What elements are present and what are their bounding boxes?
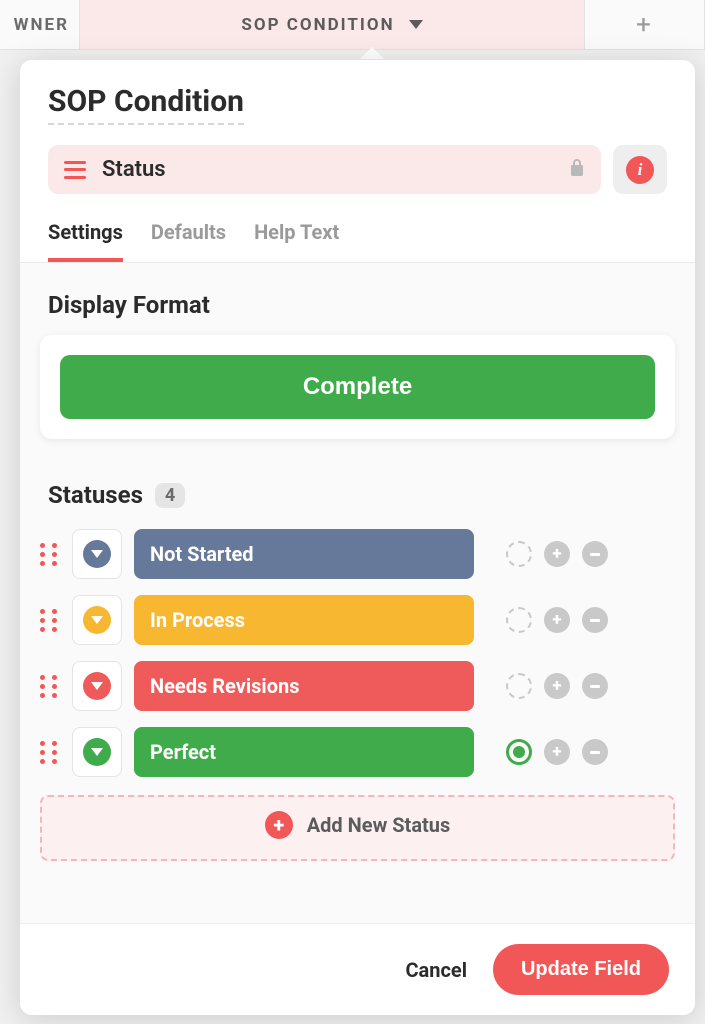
status-color-button[interactable] <box>72 661 122 711</box>
default-status-radio[interactable] <box>506 739 532 765</box>
drag-handle-icon[interactable] <box>40 609 60 632</box>
status-color-button[interactable] <box>72 727 122 777</box>
tabs: Settings Defaults Help Text <box>20 194 695 263</box>
add-above-button[interactable]: + <box>544 673 570 699</box>
column-owner[interactable]: WNER <box>0 0 80 49</box>
status-icon <box>64 161 86 179</box>
field-editor-popover: SOP Condition Status i Settings Defaults… <box>20 60 695 1015</box>
status-label-pill[interactable]: Needs Revisions <box>134 661 474 711</box>
drag-handle-icon[interactable] <box>40 543 60 566</box>
field-type-selector[interactable]: Status <box>48 145 601 194</box>
status-label-pill[interactable]: Not Started <box>134 529 474 579</box>
tab-help-text[interactable]: Help Text <box>254 220 339 262</box>
caret-down-icon <box>91 682 103 690</box>
remove-status-button[interactable] <box>582 673 608 699</box>
drag-handle-icon[interactable] <box>40 741 60 764</box>
update-field-button[interactable]: Update Field <box>493 944 669 995</box>
remove-status-button[interactable] <box>582 541 608 567</box>
add-above-button[interactable]: + <box>544 739 570 765</box>
chevron-down-icon <box>409 20 423 29</box>
add-column-button[interactable]: + <box>585 0 705 49</box>
add-above-button[interactable]: + <box>544 607 570 633</box>
drag-handle-icon[interactable] <box>40 675 60 698</box>
status-label: In Process <box>150 608 245 632</box>
remove-status-button[interactable] <box>582 739 608 765</box>
statuses-count: 4 <box>155 483 185 508</box>
plus-icon: + <box>265 811 293 839</box>
status-color-button[interactable] <box>72 529 122 579</box>
status-color-button[interactable] <box>72 595 122 645</box>
add-above-button[interactable]: + <box>544 541 570 567</box>
status-row: Not Started + <box>40 529 675 579</box>
status-label-pill[interactable]: In Process <box>134 595 474 645</box>
field-title[interactable]: SOP Condition <box>48 84 244 125</box>
display-format-card: Complete <box>40 335 675 439</box>
status-label: Perfect <box>150 740 216 764</box>
default-status-radio[interactable] <box>506 673 532 699</box>
default-status-radio[interactable] <box>506 607 532 633</box>
status-list: Not Started+In Process+Needs Revisions+P… <box>20 519 695 777</box>
caret-down-icon <box>91 550 103 558</box>
status-row: Perfect + <box>40 727 675 777</box>
status-label-pill[interactable]: Perfect <box>134 727 474 777</box>
display-format-preview[interactable]: Complete <box>60 355 655 419</box>
caret-down-icon <box>91 748 103 756</box>
tab-defaults[interactable]: Defaults <box>151 220 226 262</box>
column-sop-condition[interactable]: SOP CONDITION <box>80 0 585 49</box>
info-icon: i <box>626 156 654 184</box>
display-format-heading: Display Format <box>20 263 695 335</box>
field-type-label: Status <box>102 157 553 182</box>
status-label: Not Started <box>150 542 254 566</box>
cancel-button[interactable]: Cancel <box>405 958 467 982</box>
tab-settings[interactable]: Settings <box>48 220 123 262</box>
statuses-heading: Statuses <box>48 481 143 509</box>
status-row: In Process + <box>40 595 675 645</box>
default-status-radio[interactable] <box>506 541 532 567</box>
add-status-button[interactable]: + Add New Status <box>40 795 675 861</box>
status-label: Needs Revisions <box>150 674 299 698</box>
info-button[interactable]: i <box>613 145 667 194</box>
column-headers: WNER SOP CONDITION + <box>0 0 705 50</box>
status-row: Needs Revisions + <box>40 661 675 711</box>
column-sop-label: SOP CONDITION <box>241 15 394 35</box>
footer: Cancel Update Field <box>20 923 695 1015</box>
add-status-label: Add New Status <box>307 813 451 837</box>
settings-scroll[interactable]: Display Format Complete Statuses 4 Not S… <box>20 263 695 923</box>
caret-down-icon <box>91 616 103 624</box>
lock-icon <box>569 158 585 181</box>
remove-status-button[interactable] <box>582 607 608 633</box>
